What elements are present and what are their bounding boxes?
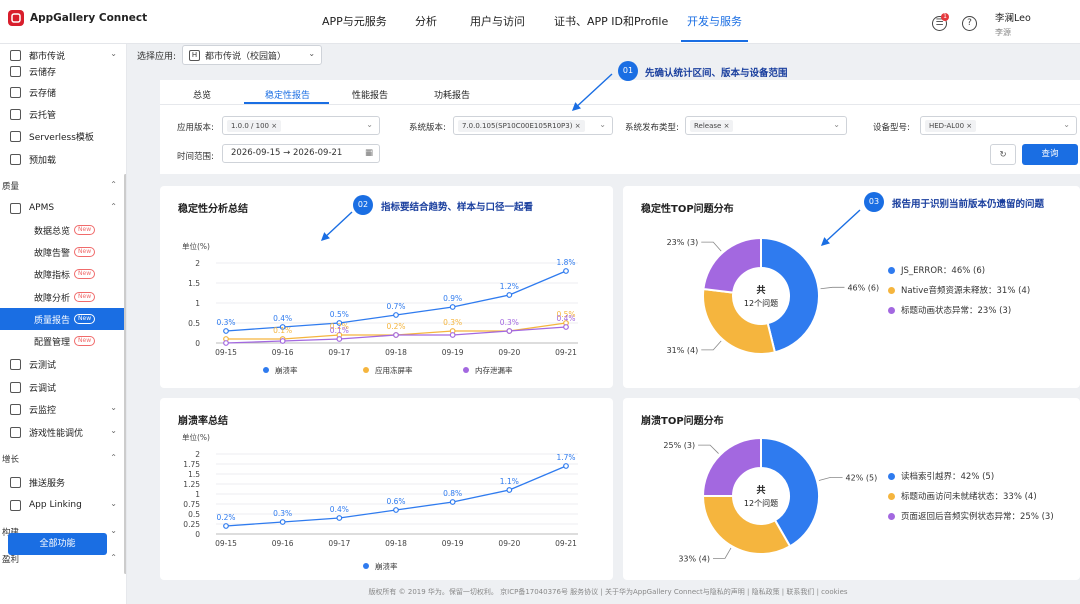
callout-03-badge: 03 [864,192,884,212]
callout-02-text: 指标要结合趋势、样本与口径一起看 [381,202,534,213]
callout-03-text: 报告用于识别当前版本仍遗留的问题 [892,199,1045,210]
callout-arrows [320,73,861,246]
callout-01-badge: 01 [618,61,638,81]
callout-01-arrow [571,73,613,111]
callout-02-arrow [320,211,353,241]
callout-01-text: 先确认统计区间、版本与设备范围 [645,68,788,79]
callout-02-badge: 02 [353,195,373,215]
callout-03-arrow [820,209,861,246]
footer: 版权所有 © 2019 华为。保留一切权利。 京ICP备17040376号 服务… [368,588,848,596]
